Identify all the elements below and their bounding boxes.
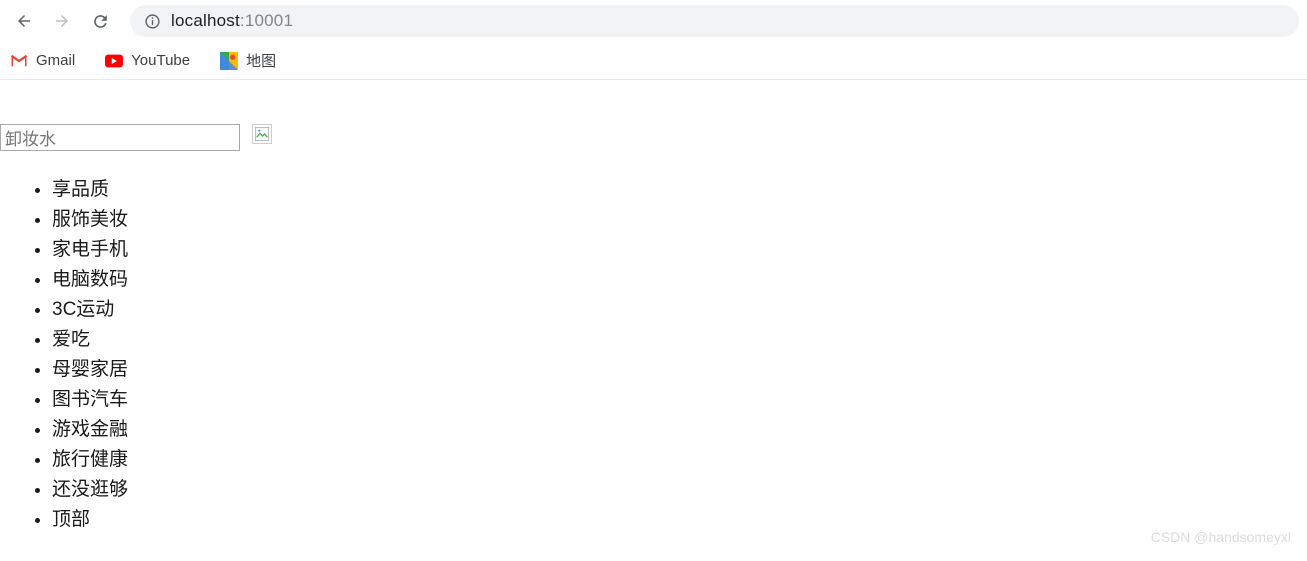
broken-image-icon xyxy=(252,124,272,144)
search-row xyxy=(0,124,1307,151)
bookmark-label: YouTube xyxy=(131,52,190,69)
url-port: :10001 xyxy=(240,11,293,30)
back-button[interactable] xyxy=(8,5,40,37)
reload-button[interactable] xyxy=(84,5,116,37)
url-host: localhost xyxy=(171,11,240,30)
list-item[interactable]: 家电手机 xyxy=(52,235,1307,265)
list-item[interactable]: 顶部 xyxy=(52,505,1307,535)
list-item[interactable]: 服饰美妆 xyxy=(52,205,1307,235)
info-icon xyxy=(144,13,161,30)
arrow-right-icon xyxy=(53,12,71,30)
address-text: localhost:10001 xyxy=(171,11,293,31)
bookmark-gmail[interactable]: Gmail xyxy=(4,48,81,74)
site-info-icon[interactable] xyxy=(144,13,161,30)
search-input[interactable] xyxy=(0,124,240,151)
maps-icon xyxy=(220,52,238,70)
list-item[interactable]: 3C运动 xyxy=(52,295,1307,325)
category-list: 享品质 服饰美妆 家电手机 电脑数码 3C运动 爱吃 母婴家居 图书汽车 游戏金… xyxy=(52,175,1307,535)
bookmark-youtube[interactable]: YouTube xyxy=(99,48,196,74)
gmail-icon xyxy=(10,52,28,70)
bookmark-label: Gmail xyxy=(36,52,75,69)
list-item[interactable]: 爱吃 xyxy=(52,325,1307,355)
list-item[interactable]: 还没逛够 xyxy=(52,475,1307,505)
bookmarks-bar: Gmail YouTube 地图 xyxy=(0,42,1307,80)
list-item[interactable]: 游戏金融 xyxy=(52,415,1307,445)
bookmark-maps[interactable]: 地图 xyxy=(214,46,282,75)
browser-toolbar: localhost:10001 xyxy=(0,0,1307,42)
bookmark-label: 地图 xyxy=(246,50,276,71)
list-item[interactable]: 母婴家居 xyxy=(52,355,1307,385)
youtube-icon xyxy=(105,52,123,70)
forward-button[interactable] xyxy=(46,5,78,37)
list-item[interactable]: 旅行健康 xyxy=(52,445,1307,475)
arrow-left-icon xyxy=(15,12,33,30)
reload-icon xyxy=(91,12,110,31)
address-bar[interactable]: localhost:10001 xyxy=(130,5,1299,37)
list-item[interactable]: 图书汽车 xyxy=(52,385,1307,415)
page-content: 享品质 服饰美妆 家电手机 电脑数码 3C运动 爱吃 母婴家居 图书汽车 游戏金… xyxy=(0,80,1307,535)
list-item[interactable]: 享品质 xyxy=(52,175,1307,205)
list-item[interactable]: 电脑数码 xyxy=(52,265,1307,295)
